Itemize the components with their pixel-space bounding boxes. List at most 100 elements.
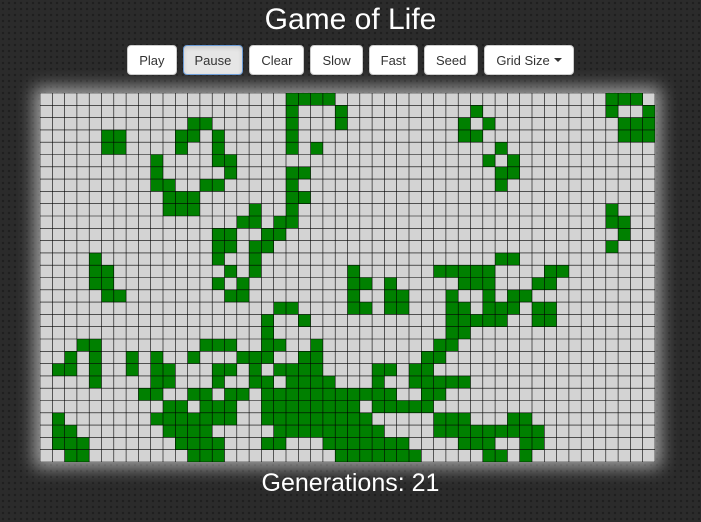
live-cell[interactable] xyxy=(372,375,385,389)
live-cell[interactable] xyxy=(507,412,520,426)
live-cell[interactable] xyxy=(298,191,311,204)
live-cell[interactable] xyxy=(175,412,188,426)
live-cell[interactable] xyxy=(433,339,446,352)
live-cell[interactable] xyxy=(273,363,286,376)
live-cell[interactable] xyxy=(335,117,348,130)
live-cell[interactable] xyxy=(298,400,311,413)
live-cell[interactable] xyxy=(187,388,200,401)
live-cell[interactable] xyxy=(224,339,237,352)
live-cell[interactable] xyxy=(470,314,483,327)
live-cell[interactable] xyxy=(495,166,508,180)
live-cell[interactable] xyxy=(630,117,643,130)
live-cell[interactable] xyxy=(76,437,90,450)
live-cell[interactable] xyxy=(556,265,569,278)
live-cell[interactable] xyxy=(310,93,323,106)
live-cell[interactable] xyxy=(642,129,655,143)
live-cell[interactable] xyxy=(212,240,225,253)
live-cell[interactable] xyxy=(495,252,508,266)
live-cell[interactable] xyxy=(224,265,237,278)
live-cell[interactable] xyxy=(101,277,114,290)
live-cell[interactable] xyxy=(322,375,336,389)
live-cell[interactable] xyxy=(384,400,397,413)
live-cell[interactable] xyxy=(458,375,471,389)
live-cell[interactable] xyxy=(52,425,65,438)
live-cell[interactable] xyxy=(286,302,299,315)
live-cell[interactable] xyxy=(445,425,459,438)
live-cell[interactable] xyxy=(273,302,286,315)
live-cell[interactable] xyxy=(482,314,496,327)
live-cell[interactable] xyxy=(298,412,311,426)
live-cell[interactable] xyxy=(89,277,102,290)
live-cell[interactable] xyxy=(482,425,496,438)
live-cell[interactable] xyxy=(335,388,348,401)
live-cell[interactable] xyxy=(199,388,213,401)
live-cell[interactable] xyxy=(347,302,360,315)
live-cell[interactable] xyxy=(618,216,631,229)
live-cell[interactable] xyxy=(261,339,274,352)
live-cell[interactable] xyxy=(482,449,496,462)
live-cell[interactable] xyxy=(261,375,274,389)
live-cell[interactable] xyxy=(187,412,200,426)
live-cell[interactable] xyxy=(322,93,336,106)
live-cell[interactable] xyxy=(433,388,446,401)
live-cell[interactable] xyxy=(310,351,323,364)
live-cell[interactable] xyxy=(396,449,409,462)
live-cell[interactable] xyxy=(212,277,225,290)
live-cell[interactable] xyxy=(544,277,557,290)
live-cell[interactable] xyxy=(482,277,496,290)
live-cell[interactable] xyxy=(150,179,163,192)
live-cell[interactable] xyxy=(52,363,65,376)
live-cell[interactable] xyxy=(224,388,237,401)
live-cell[interactable] xyxy=(286,363,299,376)
live-cell[interactable] xyxy=(249,240,262,253)
live-cell[interactable] xyxy=(175,425,188,438)
live-cell[interactable] xyxy=(532,277,545,290)
live-cell[interactable] xyxy=(618,228,631,241)
live-cell[interactable] xyxy=(286,375,299,389)
live-cell[interactable] xyxy=(445,375,459,389)
live-cell[interactable] xyxy=(187,437,200,450)
live-cell[interactable] xyxy=(273,437,286,450)
live-cell[interactable] xyxy=(261,437,274,450)
live-cell[interactable] xyxy=(458,277,471,290)
live-cell[interactable] xyxy=(89,363,102,376)
live-cell[interactable] xyxy=(298,314,311,327)
live-cell[interactable] xyxy=(199,412,213,426)
live-cell[interactable] xyxy=(384,277,397,290)
live-cell[interactable] xyxy=(310,412,323,426)
live-cell[interactable] xyxy=(261,326,274,339)
live-cell[interactable] xyxy=(458,302,471,315)
live-cell[interactable] xyxy=(433,265,446,278)
live-cell[interactable] xyxy=(212,400,225,413)
live-cell[interactable] xyxy=(458,412,471,426)
live-cell[interactable] xyxy=(101,142,114,155)
live-cell[interactable] xyxy=(64,351,77,364)
live-cell[interactable] xyxy=(495,449,508,462)
live-cell[interactable] xyxy=(224,289,237,303)
live-cell[interactable] xyxy=(310,425,323,438)
live-cell[interactable] xyxy=(396,289,409,303)
live-cell[interactable] xyxy=(359,302,373,315)
live-cell[interactable] xyxy=(150,388,163,401)
live-cell[interactable] xyxy=(507,289,520,303)
live-cell[interactable] xyxy=(359,437,373,450)
live-cell[interactable] xyxy=(163,179,176,192)
live-cell[interactable] xyxy=(249,265,262,278)
live-cell[interactable] xyxy=(64,425,77,438)
live-cell[interactable] xyxy=(224,400,237,413)
live-cell[interactable] xyxy=(347,277,360,290)
live-cell[interactable] xyxy=(273,412,286,426)
live-cell[interactable] xyxy=(359,425,373,438)
live-cell[interactable] xyxy=(532,437,545,450)
live-cell[interactable] xyxy=(286,388,299,401)
live-cell[interactable] xyxy=(89,252,102,266)
live-cell[interactable] xyxy=(126,351,139,364)
live-cell[interactable] xyxy=(458,265,471,278)
live-cell[interactable] xyxy=(322,425,336,438)
live-cell[interactable] xyxy=(187,351,200,364)
play-button[interactable]: Play xyxy=(127,45,177,75)
live-cell[interactable] xyxy=(605,93,619,106)
live-cell[interactable] xyxy=(286,105,299,118)
live-cell[interactable] xyxy=(482,289,496,303)
live-cell[interactable] xyxy=(199,117,213,130)
